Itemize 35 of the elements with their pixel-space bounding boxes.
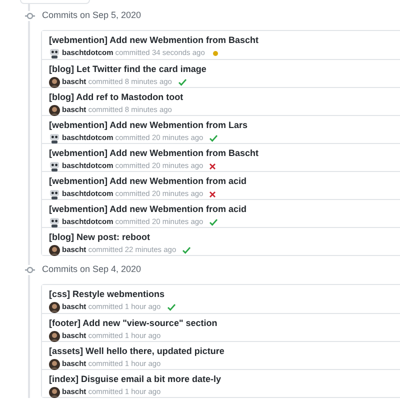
avatar-icon: [49, 104, 60, 116]
robot-avatar-icon: [49, 48, 60, 58]
avatar-icon: [49, 386, 60, 398]
robot-avatar-icon: [49, 216, 60, 228]
avatar-icon: [49, 358, 60, 370]
commit-title[interactable]: [webmention] Add new Webmention from Lars: [49, 120, 393, 131]
robot-avatar-icon: [49, 132, 60, 144]
commit-title[interactable]: [blog] New post: reboot: [49, 232, 393, 243]
avatar-icon: [49, 244, 60, 256]
commit-title[interactable]: [webmention] Add new Webmention from acid: [49, 204, 393, 215]
check-icon[interactable]: [209, 134, 218, 142]
check-icon[interactable]: [166, 303, 176, 311]
check-icon[interactable]: [209, 218, 218, 226]
cross-icon[interactable]: [209, 190, 216, 198]
check-icon[interactable]: [182, 246, 192, 254]
cross-icon[interactable]: [209, 162, 216, 170]
commit-title[interactable]: [webmention] Add new Webmention from Bascht: [49, 148, 393, 159]
check-icon[interactable]: [178, 78, 187, 86]
robot-avatar-icon: [49, 160, 60, 172]
commit-title[interactable]: [webmention] Add new Webmention from acid: [49, 176, 393, 187]
date-heading: Commits on Sep 5, 2020: [42, 9, 142, 22]
avatar-icon: [49, 76, 60, 88]
avatar-icon: [49, 330, 60, 342]
commit-node-icon: [25, 11, 35, 21]
date-heading: Commits on Sep 4, 2020: [42, 263, 142, 276]
commit-title[interactable]: [blog] Let Twitter find the card image: [49, 64, 393, 75]
commit-node-icon: [25, 265, 35, 275]
commit-title[interactable]: [footer] Add new "view-source" section: [49, 318, 393, 329]
avatar-icon: [49, 302, 60, 312]
commit-title[interactable]: [assets] Well hello there, updated picture: [49, 346, 393, 357]
commit-title[interactable]: [index] Disguise email a bit more date-ly: [49, 374, 393, 385]
commit-title[interactable]: [blog] Add ref to Mastodon toot: [49, 92, 393, 103]
commit-title[interactable]: [css] Restyle webmentions: [49, 289, 393, 300]
commit-title[interactable]: [webmention] Add new Webmention from Bascht: [49, 35, 393, 46]
robot-avatar-icon: [49, 188, 60, 200]
